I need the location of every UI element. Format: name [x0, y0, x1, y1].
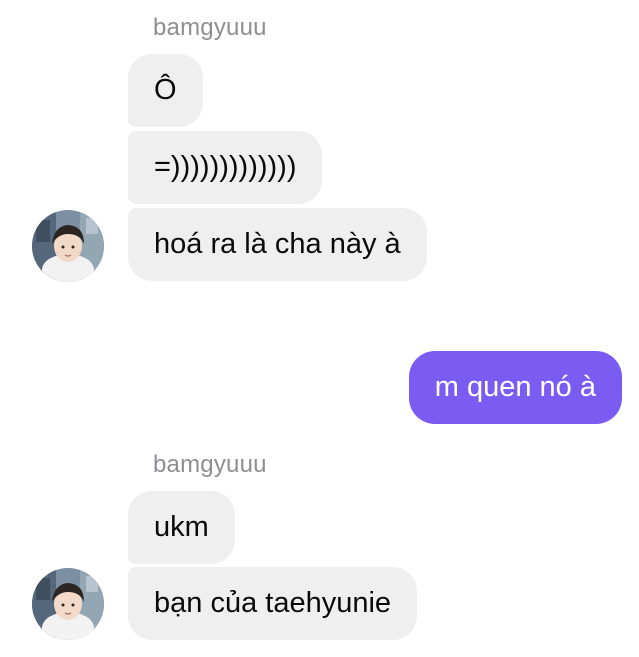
message-bubble-incoming[interactable]: Ô: [128, 54, 203, 127]
sender-name: bamgyuuu: [153, 451, 267, 478]
sender-name: bamgyuuu: [153, 14, 267, 41]
avatar-photo-icon: [32, 568, 104, 640]
message-bubble-incoming[interactable]: ukm: [128, 491, 235, 564]
sender-avatar[interactable]: [32, 568, 104, 640]
sender-avatar[interactable]: [32, 210, 104, 282]
message-bubble-outgoing[interactable]: m quen nó à: [408, 351, 622, 424]
message-bubble-incoming[interactable]: bạn của taehyunie: [128, 567, 418, 640]
avatar-photo-icon: [32, 210, 104, 282]
message-bubble-incoming[interactable]: =))))))))))))): [128, 131, 323, 204]
message-bubble-incoming[interactable]: hoá ra là cha này à: [128, 208, 427, 281]
